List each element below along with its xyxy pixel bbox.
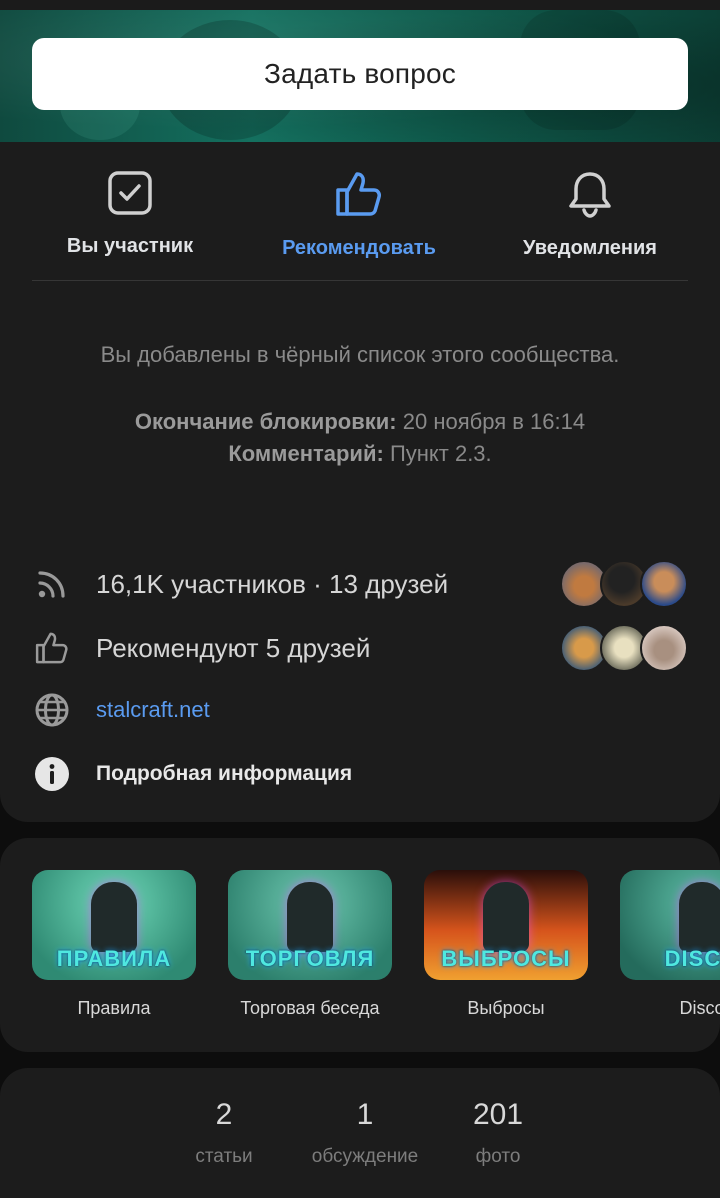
member-label: Вы участник — [66, 235, 194, 257]
details-link: Подробная информация — [96, 762, 353, 785]
website-row[interactable]: stalcraft.net — [32, 688, 688, 732]
counters-card: 2 статьи 1 обсуждение 201 фото — [0, 1068, 720, 1198]
ban-details: Окончание блокировки: 20 ноября в 16:14 … — [0, 406, 720, 470]
community-cover: Задать вопрос — [0, 0, 720, 142]
notifications-label: Уведомления — [523, 237, 657, 259]
ban-comment-label: Комментарий: — [228, 441, 384, 466]
chat-name: Disco — [679, 998, 720, 1018]
recommend-count: Рекомендуют 5 друзей — [96, 632, 371, 663]
members-row[interactable]: 16,1K участников · 13 друзей — [32, 560, 688, 608]
discussions-counter[interactable]: 1 обсуждение — [295, 1098, 435, 1168]
counter-value: 2 — [215, 1098, 233, 1131]
friends-avatars[interactable] — [560, 560, 688, 608]
ban-end-row: Окончание блокировки: 20 ноября в 16:14 — [0, 406, 720, 438]
chat-thumbnail: DISCO — [620, 870, 720, 980]
avatar — [640, 624, 688, 672]
recommend-row[interactable]: Рекомендуют 5 друзей — [32, 624, 688, 672]
globe-icon — [32, 690, 72, 730]
chat-thumb-title: ТОРГОВЛЯ — [245, 946, 375, 971]
ban-comment-value: Пункт 2.3. — [389, 441, 492, 466]
notifications-action[interactable]: Уведомления — [490, 170, 690, 260]
chat-name: Торговая беседа — [240, 998, 380, 1018]
ban-end-label: Окончание блокировки: — [134, 409, 397, 434]
blacklist-notice: Вы добавлены в чёрный список этого сообщ… — [100, 342, 620, 367]
website-link[interactable]: stalcraft.net — [96, 697, 210, 723]
details-row[interactable]: Подробная информация — [32, 752, 688, 796]
ban-end-value: 20 ноября в 16:14 — [402, 409, 586, 434]
chat-thumb-title: ВЫБРОСЫ — [441, 946, 571, 971]
recommend-label: Рекомендовать — [282, 237, 436, 259]
recommenders-avatars[interactable] — [560, 624, 688, 672]
chat-item[interactable]: ПРАВИЛА Правила — [32, 870, 196, 1019]
action-bar: Вы участник Рекомендовать Уведомления — [0, 142, 720, 280]
thumbs-up-icon — [32, 628, 72, 668]
avatar — [640, 560, 688, 608]
chat-item[interactable]: ВЫБРОСЫ Выбросы — [424, 870, 588, 1019]
photos-counter[interactable]: 201 фото — [428, 1098, 568, 1168]
rss-icon — [32, 564, 72, 604]
counter-value: 1 — [356, 1098, 374, 1131]
counter-label: обсуждение — [311, 1146, 419, 1167]
chat-thumb-title: DISCO — [664, 946, 720, 971]
chat-thumbnail: ВЫБРОСЫ — [424, 870, 588, 980]
chat-thumb-title: ПРАВИЛА — [56, 946, 172, 971]
ask-question-button[interactable]: Задать вопрос — [32, 38, 688, 110]
chats-carousel[interactable]: ПРАВИЛА Правила ТОРГОВЛЯ Торговая беседа… — [0, 838, 720, 1052]
members-count: 16,1K участников · 13 друзей — [96, 568, 449, 599]
articles-counter[interactable]: 2 статьи — [154, 1098, 294, 1168]
thumbs-up-icon — [334, 170, 384, 223]
chat-item[interactable]: ТОРГОВЛЯ Торговая беседа — [228, 870, 392, 1019]
community-info-card: Вы участник Рекомендовать Уведомления Вы… — [0, 142, 720, 822]
recommend-action[interactable]: Рекомендовать — [259, 170, 459, 260]
divider — [32, 280, 688, 281]
counter-value: 201 — [472, 1098, 524, 1131]
checkbox-icon — [107, 170, 153, 221]
chat-name: Выбросы — [467, 998, 545, 1018]
member-action[interactable]: Вы участник — [30, 170, 230, 258]
chat-thumbnail: ПРАВИЛА — [32, 870, 196, 980]
chat-name: Правила — [77, 998, 151, 1018]
info-icon — [32, 754, 72, 794]
counter-label: статьи — [195, 1146, 253, 1167]
chat-item[interactable]: DISCO Disco — [620, 870, 720, 1019]
counter-label: фото — [475, 1146, 521, 1167]
ban-comment-row: Комментарий: Пункт 2.3. — [0, 438, 720, 470]
chat-thumbnail: ТОРГОВЛЯ — [228, 870, 392, 980]
bell-icon — [567, 170, 613, 223]
